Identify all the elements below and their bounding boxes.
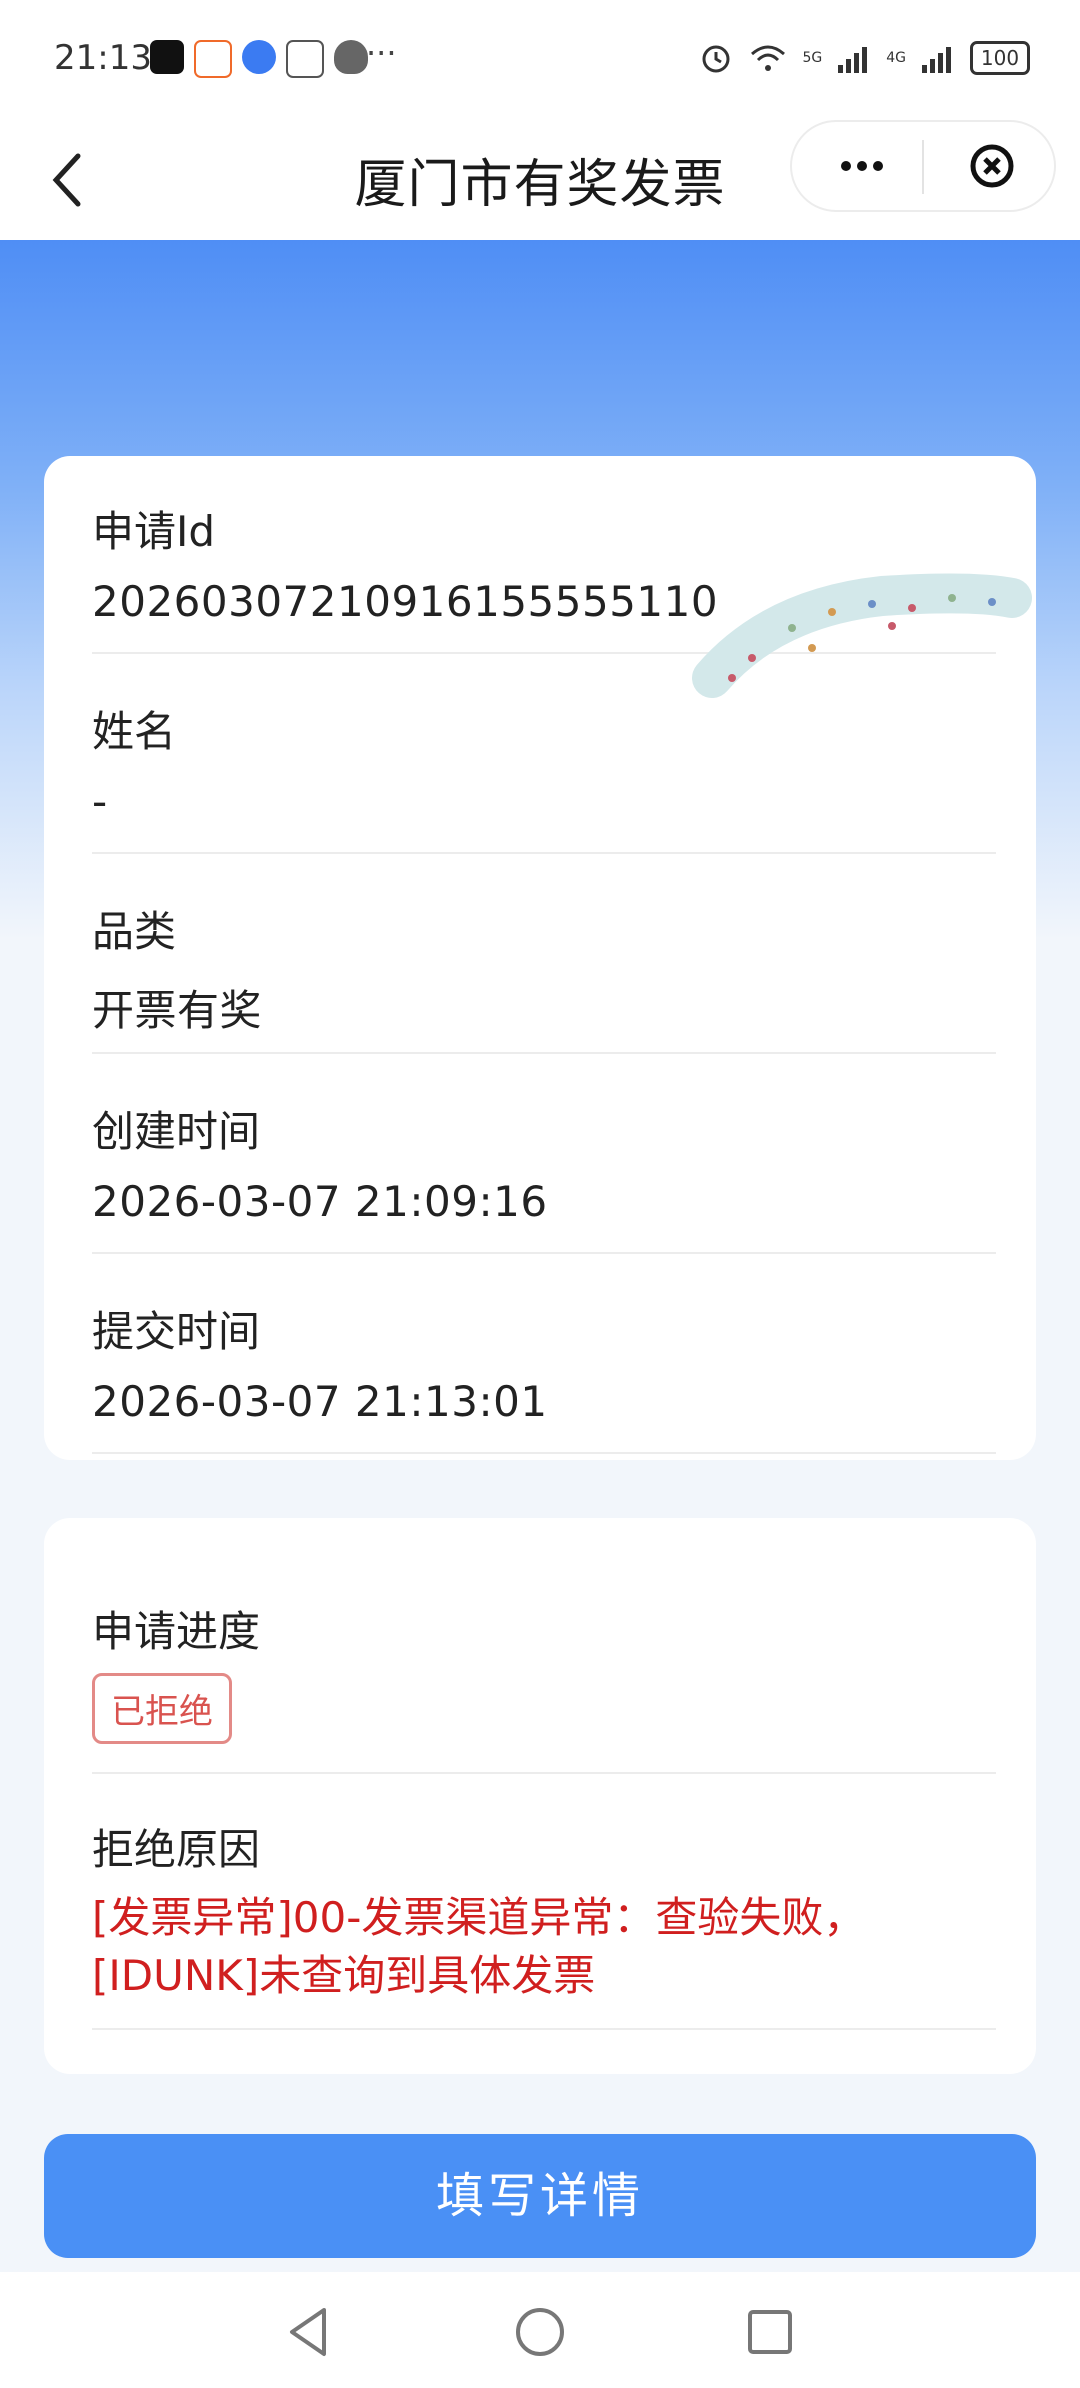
category-value: 开票有奖	[92, 986, 263, 1035]
name-value: -	[92, 777, 108, 826]
created-time-value: 2026-03-07 21:09:16	[92, 1177, 548, 1226]
battery-icon: 100	[970, 41, 1030, 75]
name-label: 姓名	[92, 707, 177, 756]
close-icon[interactable]	[952, 136, 1032, 196]
request-id-label: 申请Id	[92, 507, 216, 556]
created-time-label: 创建时间	[92, 1107, 261, 1156]
status-badge: 已拒绝	[92, 1673, 232, 1744]
field-created-time: 创建时间 2026-03-07 21:09:16	[92, 1098, 996, 1254]
signal-icon-2	[922, 47, 951, 73]
system-nav-bar	[0, 2272, 1080, 2388]
taobao-icon	[194, 40, 232, 78]
field-progress: 申请进度 已拒绝	[92, 1598, 996, 1774]
capsule-divider	[922, 140, 924, 194]
alarm-icon	[702, 45, 730, 73]
details-card: 申请Id 20260307210916155555110 姓名 - 品类 开票有…	[44, 456, 1036, 1460]
redaction-scribble	[692, 573, 1032, 698]
progress-card: 申请进度 已拒绝 拒绝原因 [发票异常]00-发票渠道异常：查验失败，[IDUN…	[44, 1518, 1036, 2074]
hand-icon	[286, 40, 324, 78]
submitted-time-value: 2026-03-07 21:13:01	[92, 1377, 548, 1426]
reject-reason-text: [发票异常]00-发票渠道异常：查验失败，[IDUNK]未查询到具体发票	[92, 1893, 866, 2000]
system-back-icon[interactable]	[280, 2302, 340, 2362]
status-app-icons	[150, 40, 368, 78]
qq-icon	[334, 40, 368, 74]
status-bar: 21:13 ··· 5G 4G 100	[0, 0, 1080, 120]
system-recents-icon[interactable]	[740, 2302, 800, 2362]
field-category: 品类 开票有奖	[92, 898, 996, 1054]
wifi-icon	[751, 45, 786, 71]
signal-icon	[838, 47, 868, 73]
battery-level: 100	[980, 46, 1020, 70]
tiktok-icon	[150, 40, 184, 74]
reject-reason-label: 拒绝原因	[92, 1825, 261, 1874]
system-home-icon[interactable]	[510, 2302, 570, 2362]
progress-label: 申请进度	[92, 1607, 261, 1656]
status-time: 21:13	[54, 38, 152, 78]
submitted-time-label: 提交时间	[92, 1307, 261, 1356]
mini-program-capsule	[790, 120, 1056, 212]
field-name: 姓名 -	[92, 698, 996, 854]
nav-bar: 厦门市有奖发票	[0, 120, 1080, 240]
field-reject-reason: 拒绝原因 [发票异常]00-发票渠道异常：查验失败，[IDUNK]未查询到具体发…	[92, 1816, 996, 2030]
network-5g-label: 5G	[802, 50, 823, 66]
field-submitted-time: 提交时间 2026-03-07 21:13:01	[92, 1298, 996, 1454]
status-more-icon: ···	[366, 34, 397, 72]
fill-details-button[interactable]: 填写详情	[44, 2134, 1036, 2258]
network-4g-label: 4G	[886, 50, 906, 66]
status-right-indicators: 5G 4G 100	[698, 40, 1030, 76]
category-label: 品类	[92, 907, 177, 956]
more-options-icon[interactable]	[822, 136, 902, 196]
browser-icon	[242, 40, 276, 74]
field-request-id: 申请Id 20260307210916155555110	[92, 498, 1032, 698]
